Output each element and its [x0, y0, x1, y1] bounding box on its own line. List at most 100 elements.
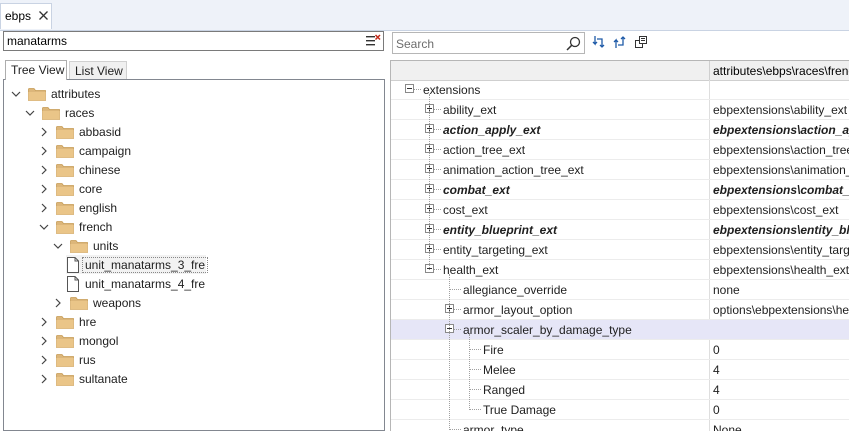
tree-connector [469, 369, 481, 370]
chevron-right-icon[interactable] [38, 183, 50, 195]
property-value[interactable]: ebpextensions\combat_ext [713, 183, 849, 197]
tree-connector [434, 129, 441, 130]
close-icon[interactable] [38, 8, 49, 22]
tree-item-file[interactable]: unit_manatarms_3_fre [66, 255, 209, 274]
tree-item-folder[interactable]: english [38, 198, 117, 217]
chevron-right-icon[interactable] [38, 373, 50, 385]
property-row[interactable]: extensions [391, 80, 849, 100]
property-row[interactable]: entity_targeting_ext ebpextensions\entity… [391, 240, 849, 260]
property-row[interactable]: cost_ext ebpextensions\cost_ext [391, 200, 849, 220]
property-row[interactable]: Melee 4 [391, 360, 849, 380]
property-row[interactable]: Ranged 4 [391, 380, 849, 400]
tab-list-view[interactable]: List View [69, 61, 127, 79]
tree-filter-input[interactable]: manatarms [3, 31, 384, 51]
tree-connector [434, 149, 441, 150]
chevron-right-icon[interactable] [38, 354, 50, 366]
property-value[interactable]: None [713, 423, 742, 431]
tree-item-file[interactable]: unit_manatarms_4_fre [66, 274, 205, 293]
property-row[interactable]: action_apply_ext ebpextensions\action_app… [391, 120, 849, 140]
value-column-header: attributes\ebps\races\french [713, 64, 849, 78]
tab-tree-view-label: Tree View [11, 63, 65, 77]
property-value[interactable]: ebpextensions\entity_blueprint_ext [713, 223, 849, 237]
property-row[interactable]: armor_type None [391, 420, 849, 431]
property-value[interactable]: ebpextensions\cost_ext [713, 203, 838, 217]
property-row[interactable]: armor_scaler_by_damage_type [391, 320, 849, 340]
chevron-right-icon[interactable] [38, 164, 50, 176]
tree-connector [469, 349, 481, 350]
folder-icon [56, 182, 74, 196]
search-icon[interactable] [566, 36, 581, 51]
property-row[interactable]: True Damage 0 [391, 400, 849, 420]
property-row[interactable]: action_tree_ext ebpextensions\action_tree… [391, 140, 849, 160]
folder-icon [56, 163, 74, 177]
tree-item-label: attributes [51, 86, 101, 101]
grid-header: attributes\ebps\races\french [391, 61, 849, 81]
property-value[interactable]: ebpextensions\health_ext [713, 263, 849, 277]
property-value[interactable]: ebpextensions\action_apply_ext [713, 123, 849, 137]
collapse-icon[interactable] [405, 84, 414, 93]
collapse-all-icon[interactable] [613, 35, 627, 49]
property-name: True Damage [483, 403, 556, 417]
property-row[interactable]: armor_layout_option options\ebpextensions… [391, 300, 849, 320]
property-value[interactable]: 0 [713, 343, 720, 357]
tree-item-folder[interactable]: chinese [38, 160, 120, 179]
property-value[interactable]: ebpextensions\ability_ext [713, 103, 847, 117]
tree-item-folder[interactable]: attributes [10, 84, 100, 103]
copy-icon[interactable] [634, 35, 648, 49]
property-row[interactable]: combat_ext ebpextensions\combat_ext [391, 180, 849, 200]
chevron-down-icon[interactable] [38, 221, 50, 233]
properties-search-input[interactable]: Search [392, 32, 585, 54]
property-value[interactable]: 0 [713, 403, 720, 417]
tree-guide-line [449, 274, 450, 430]
chevron-right-icon[interactable] [38, 335, 50, 347]
tree-item-label: unit_manatarms_4_fre [85, 276, 206, 291]
property-row[interactable]: animation_action_tree_ext ebpextensions\a… [391, 160, 849, 180]
property-value[interactable]: ebpextensions\action_tree_ext [713, 143, 849, 157]
property-name: action_apply_ext [443, 123, 541, 137]
tree-item-folder[interactable]: weapons [52, 293, 141, 312]
property-row[interactable]: entity_blueprint_ext ebpextensions\entity… [391, 220, 849, 240]
property-row[interactable]: ability_ext ebpextensions\ability_ext [391, 100, 849, 120]
tree-item-folder[interactable]: core [38, 179, 102, 198]
property-row[interactable]: allegiance_override none [391, 280, 849, 300]
property-value[interactable]: 4 [713, 363, 720, 377]
tree-item-label: weapons [93, 295, 142, 310]
property-value[interactable]: 4 [713, 383, 720, 397]
tree-item-folder[interactable]: campaign [38, 141, 131, 160]
chevron-down-icon[interactable] [24, 107, 36, 119]
property-value[interactable]: options\ebpextensions\health_ext [713, 303, 849, 317]
tree-item-label: hre [79, 314, 97, 329]
folder-icon [56, 201, 74, 215]
file-tree[interactable]: attributes races abbasid campaign chinese cor… [3, 79, 385, 431]
chevron-down-icon[interactable] [10, 88, 22, 100]
tree-item-folder[interactable]: rus [38, 350, 96, 369]
clear-filter-icon[interactable] [366, 34, 381, 48]
expand-all-icon[interactable] [592, 35, 606, 49]
property-value[interactable]: none [713, 283, 740, 297]
column-divider[interactable] [709, 61, 710, 80]
chevron-right-icon[interactable] [38, 202, 50, 214]
tree-item-folder[interactable]: hre [38, 312, 96, 331]
tab-tree-view[interactable]: Tree View [5, 60, 67, 80]
tree-item-folder[interactable]: sultanate [38, 369, 128, 388]
tree-item-folder[interactable]: races [24, 103, 94, 122]
tree-item-folder[interactable]: french [38, 217, 112, 236]
tree-item-folder[interactable]: units [52, 236, 118, 255]
chevron-down-icon[interactable] [52, 240, 64, 252]
document-tab-ebps[interactable]: ebps [0, 3, 52, 29]
property-value[interactable]: ebpextensions\animation_action_tree_ext [713, 163, 849, 177]
property-name: armor_type [463, 423, 524, 431]
property-value[interactable]: ebpextensions\entity_targeting_ext [713, 243, 849, 257]
tree-connector [434, 269, 441, 270]
tree-item-label: sultanate [79, 371, 128, 386]
chevron-right-icon[interactable] [38, 126, 50, 138]
property-name: Melee [483, 363, 516, 377]
property-row[interactable]: Fire 0 [391, 340, 849, 360]
tree-item-folder[interactable]: abbasid [38, 122, 121, 141]
chevron-right-icon[interactable] [52, 297, 64, 309]
property-grid[interactable]: attributes\ebps\races\french extensions a… [390, 60, 849, 431]
tree-item-folder[interactable]: mongol [38, 331, 118, 350]
property-row[interactable]: health_ext ebpextensions\health_ext [391, 260, 849, 280]
chevron-right-icon[interactable] [38, 145, 50, 157]
chevron-right-icon[interactable] [38, 316, 50, 328]
